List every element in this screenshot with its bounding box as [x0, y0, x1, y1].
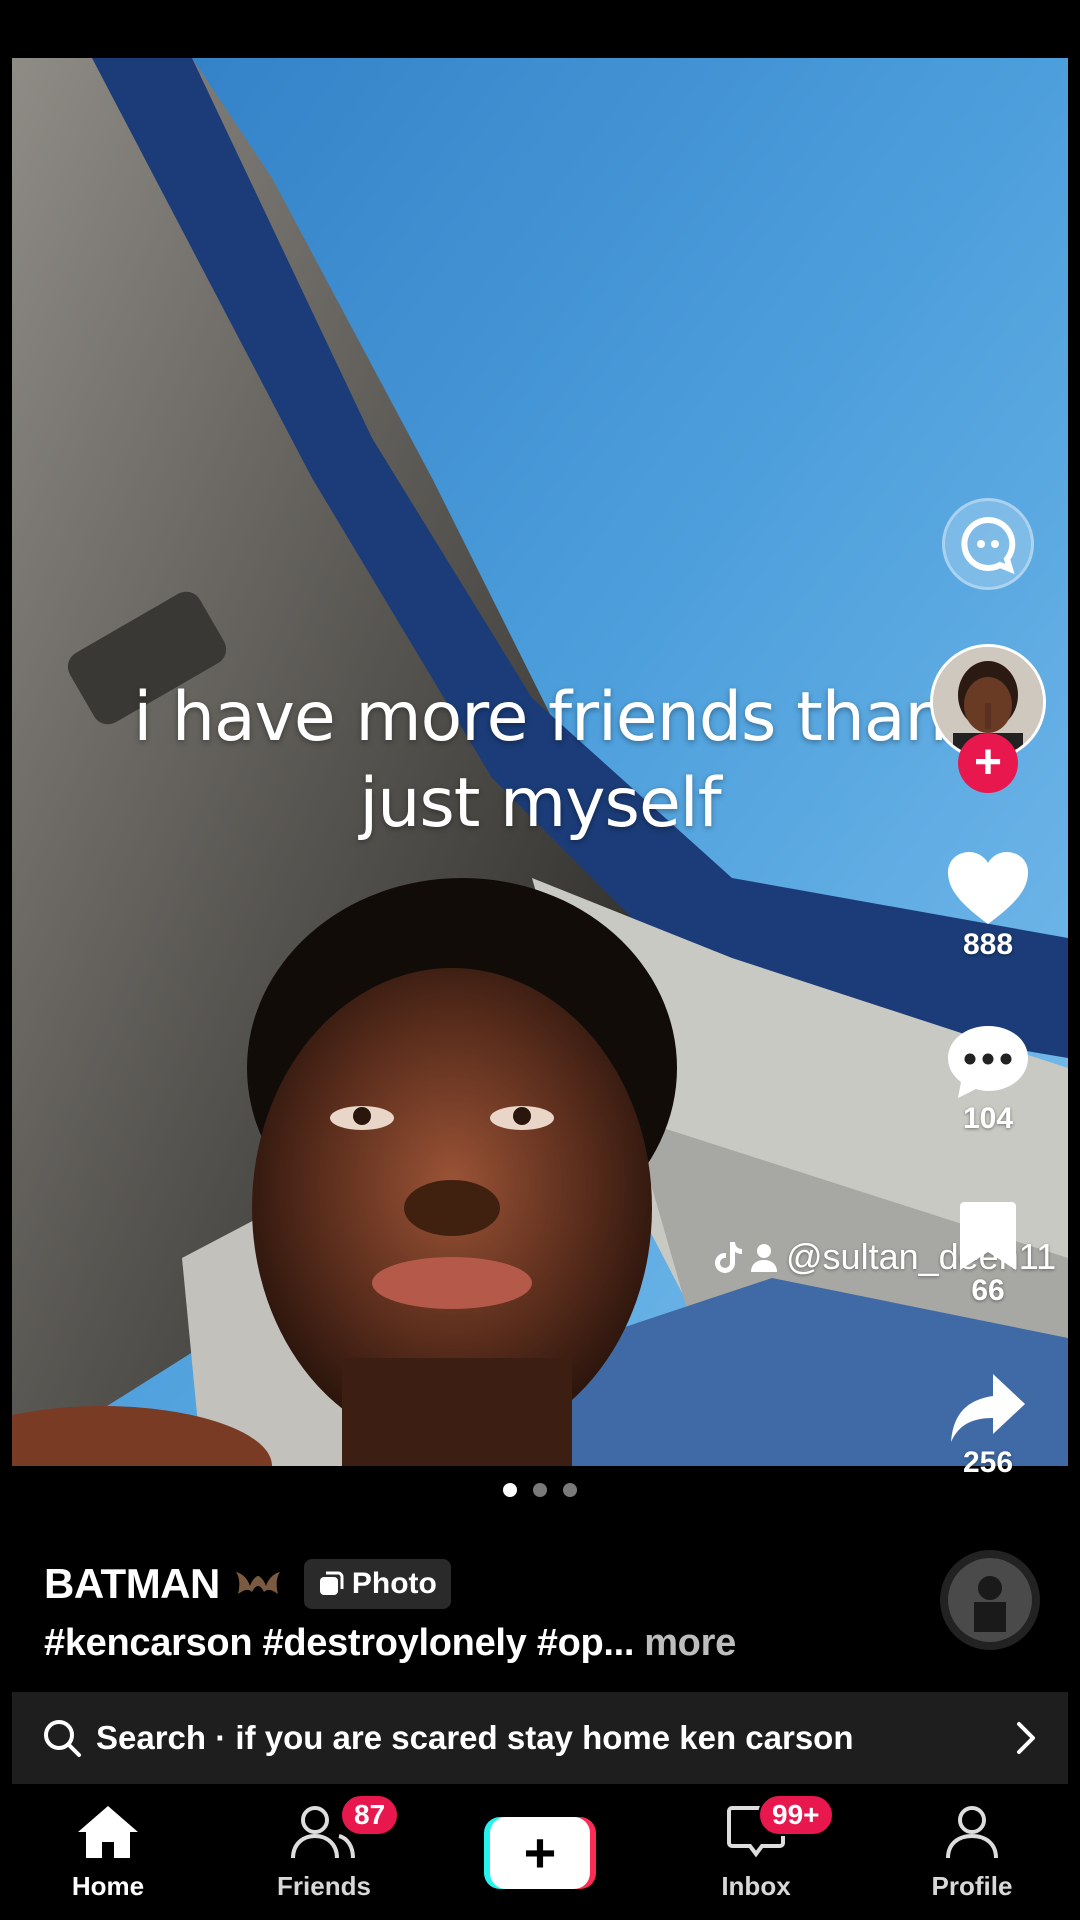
- save-count: 66: [971, 1274, 1005, 1307]
- more-link[interactable]: more: [644, 1622, 736, 1664]
- friends-badge: 87: [340, 1794, 400, 1836]
- ai-assistant-button[interactable]: [942, 498, 1034, 590]
- photo-badge-label: Photo: [351, 1567, 437, 1600]
- author-name[interactable]: BATMAN: [44, 1560, 220, 1608]
- carousel-dots[interactable]: [0, 1483, 1080, 1497]
- carousel-dot[interactable]: [503, 1483, 517, 1497]
- chat-face-icon: [961, 516, 1016, 574]
- like-button[interactable]: 888: [930, 850, 1046, 962]
- overlay-line-2: just myself: [359, 764, 721, 843]
- plus-icon: +: [490, 1817, 590, 1889]
- like-count: 888: [962, 928, 1014, 961]
- comment-button[interactable]: 104: [930, 1024, 1046, 1136]
- caption-hashtags[interactable]: #kencarson #destroylonely #op... more: [44, 1622, 736, 1665]
- heart-icon: [948, 852, 1028, 924]
- search-suggestion-bar[interactable]: Search · if you are scared stay home ken…: [12, 1692, 1068, 1784]
- save-button[interactable]: 66: [930, 1200, 1046, 1308]
- search-suggestion-text[interactable]: Search · if you are scared stay home ken…: [96, 1719, 1014, 1757]
- nav-inbox[interactable]: 99+ Inbox: [676, 1794, 836, 1902]
- person-icon: [751, 1244, 777, 1272]
- photo-overlay-text: i have more friends than just myself: [0, 675, 1080, 847]
- music-disc[interactable]: [940, 1550, 1040, 1650]
- nav-home-label: Home: [71, 1871, 145, 1901]
- follow-button[interactable]: +: [958, 733, 1018, 793]
- share-button[interactable]: 256: [930, 1372, 1046, 1480]
- share-arrow-icon: [951, 1374, 1025, 1442]
- bat-icon: [235, 1572, 280, 1594]
- comment-count: 104: [962, 1102, 1014, 1135]
- nav-friends-label: Friends: [277, 1871, 371, 1901]
- overlay-line-1: i have more friends than: [133, 678, 947, 757]
- chevron-right-icon: [1017, 1722, 1035, 1754]
- hashtags-text[interactable]: #kencarson #destroylonely #op...: [44, 1622, 634, 1664]
- profile-icon: [946, 1806, 998, 1859]
- bottom-nav: Home 87 Friends + 99+ Inbox Profile: [0, 1786, 1080, 1920]
- nav-profile-label: Profile: [931, 1871, 1013, 1901]
- create-button[interactable]: +: [484, 1817, 596, 1889]
- photo-stack-icon: [319, 1571, 344, 1595]
- carousel-dot[interactable]: [563, 1483, 577, 1497]
- home-icon: [78, 1806, 138, 1858]
- inbox-badge: 99+: [758, 1794, 834, 1836]
- nav-inbox-label: Inbox: [721, 1871, 791, 1901]
- nav-friends[interactable]: 87 Friends: [244, 1794, 404, 1902]
- search-icon: [44, 1720, 81, 1757]
- sound-cover-image: [948, 1558, 1032, 1642]
- nav-home[interactable]: Home: [28, 1804, 188, 1902]
- bookmark-icon: [960, 1202, 1016, 1270]
- tiktok-logo-icon: [715, 1242, 742, 1273]
- comment-icon: [948, 1026, 1028, 1098]
- caption-header: BATMAN Photo: [44, 1558, 451, 1610]
- share-count: 256: [962, 1446, 1014, 1479]
- nav-create[interactable]: +: [460, 1817, 620, 1889]
- carousel-dot[interactable]: [533, 1483, 547, 1497]
- photo-type-badge: Photo: [303, 1559, 451, 1609]
- nav-profile[interactable]: Profile: [892, 1804, 1052, 1902]
